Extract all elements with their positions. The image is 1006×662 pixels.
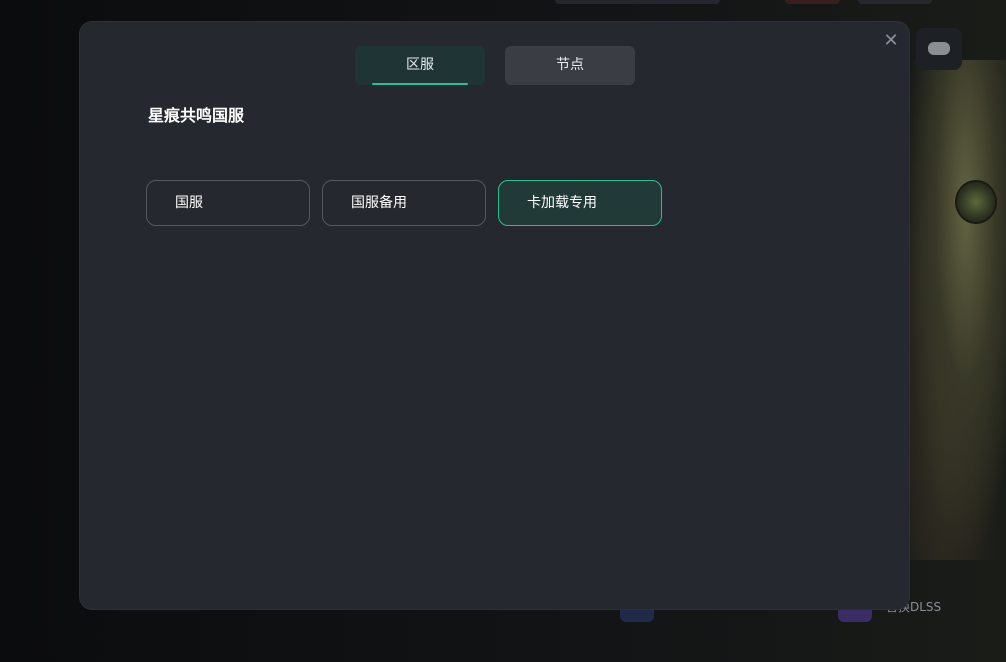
tab-node[interactable]: 节点 [505,46,635,85]
server-option-label: 国服 [175,195,203,211]
tab-region-label: 区服 [406,57,434,73]
active-tab-indicator [372,83,468,85]
background-tab [785,0,840,4]
server-option-national[interactable]: 国服 [146,180,310,226]
tab-node-label: 节点 [556,57,584,73]
tab-region[interactable]: 区服 [355,46,485,85]
background-tab [858,0,932,4]
gamepad-icon [928,42,950,55]
game-title: 星痕共鸣国服 [148,106,245,125]
background-tab [555,0,720,4]
server-option-label: 国服备用 [351,195,407,211]
server-select-dialog: ✕ 区服 节点 星痕共鸣国服 国服 国服备用 卡加载专用 [80,22,909,609]
gamepad-button[interactable] [916,28,962,70]
server-option-label: 卡加载专用 [527,195,597,211]
server-option-national-backup[interactable]: 国服备用 [322,180,486,226]
character-eye [955,180,997,224]
character-artwork [905,60,1006,560]
server-option-loading-fix[interactable]: 卡加载专用 [498,180,662,226]
close-icon[interactable]: ✕ [883,32,899,50]
